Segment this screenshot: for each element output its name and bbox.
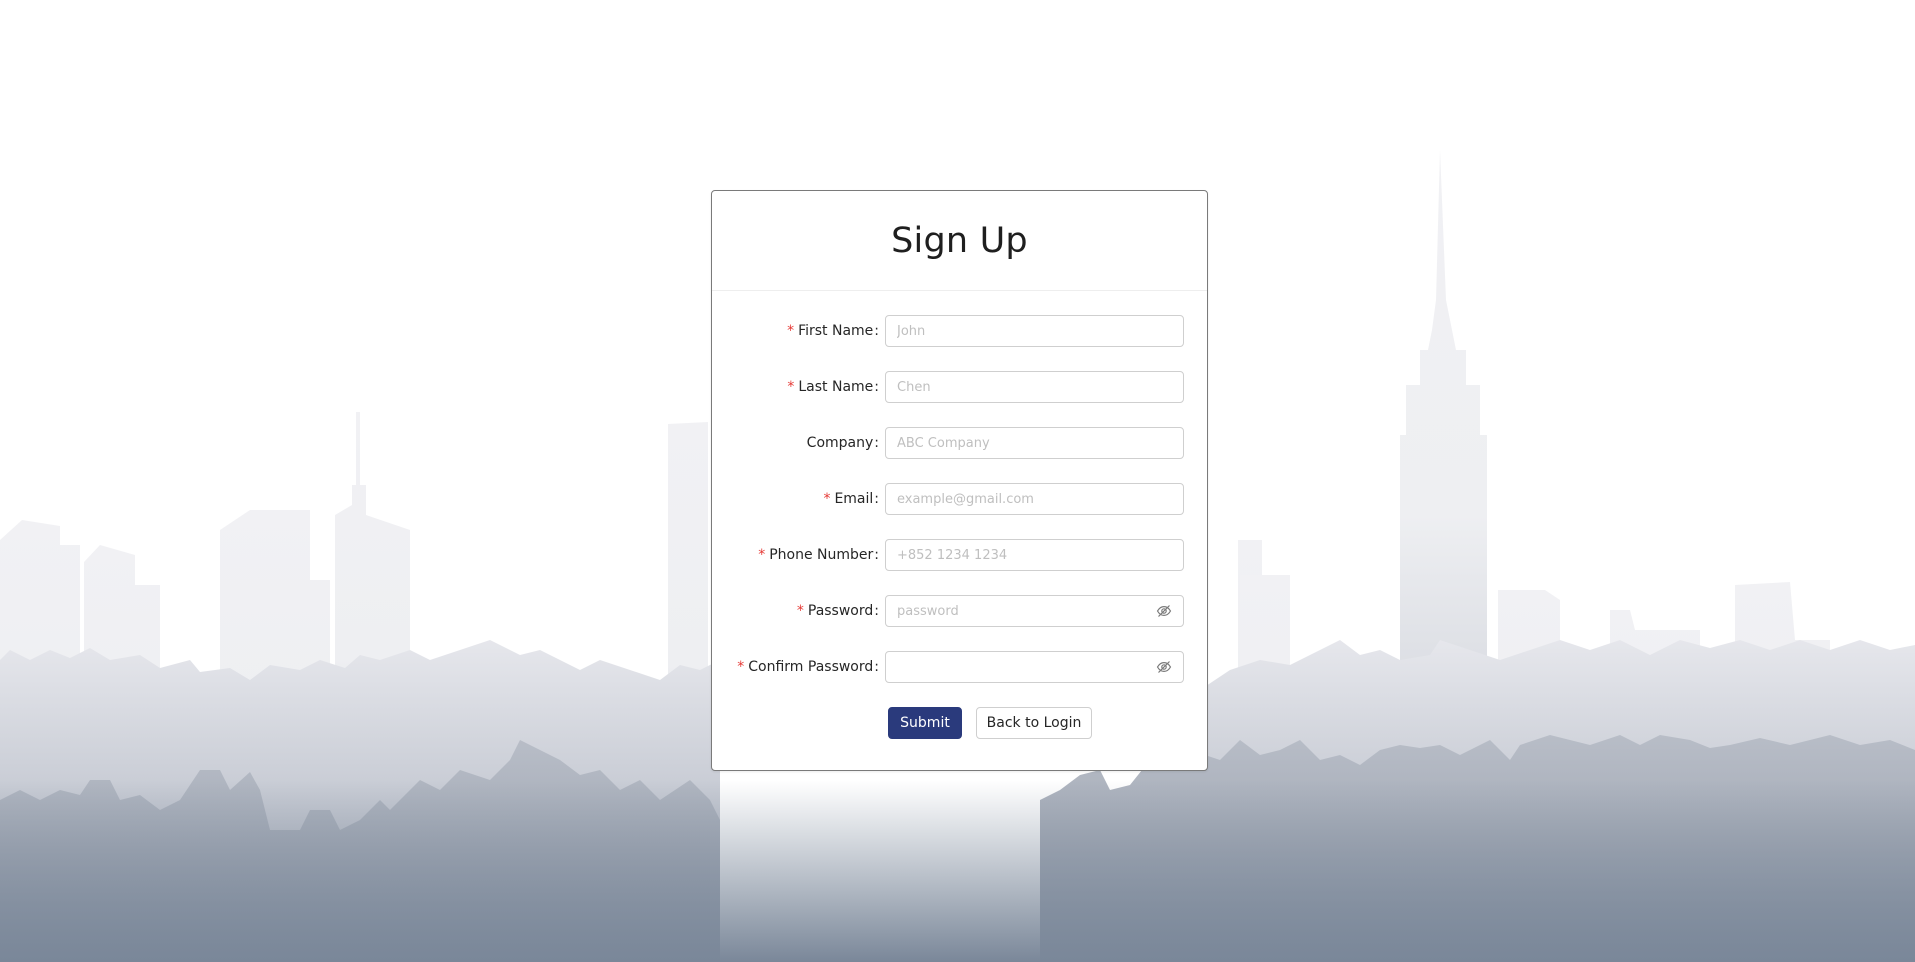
first-name-input[interactable]: [885, 315, 1184, 347]
form-row-company: Company:: [712, 427, 1209, 459]
form-row-last-name: * Last Name:: [712, 371, 1209, 403]
form-row-email: * Email:: [712, 483, 1209, 515]
eye-invisible-icon[interactable]: [1156, 659, 1172, 675]
company-label: Company:: [806, 435, 879, 451]
required-mark: *: [823, 491, 831, 507]
last-name-input[interactable]: [885, 371, 1184, 403]
page-title: Sign Up: [891, 220, 1028, 261]
company-input[interactable]: [885, 427, 1184, 459]
required-mark: *: [787, 323, 795, 339]
last-name-label: * Last Name:: [787, 379, 879, 395]
email-label: * Email:: [823, 491, 879, 507]
form-row-password: * Password:: [712, 595, 1209, 627]
phone-input[interactable]: [885, 539, 1184, 571]
submit-button[interactable]: Submit: [888, 707, 962, 739]
confirm-password-label: * Confirm Password:: [737, 659, 879, 675]
confirm-password-input[interactable]: [885, 651, 1184, 683]
card-header: Sign Up: [712, 191, 1207, 291]
back-to-login-button[interactable]: Back to Login: [976, 707, 1092, 739]
required-mark: *: [796, 603, 804, 619]
email-input[interactable]: [885, 483, 1184, 515]
form-row-confirm-password: * Confirm Password:: [712, 651, 1209, 683]
password-label: * Password:: [796, 603, 879, 619]
form-row-phone: * Phone Number:: [712, 539, 1209, 571]
form-row-first-name: * First Name:: [712, 315, 1209, 347]
required-mark: *: [737, 659, 745, 675]
first-name-label: * First Name:: [787, 323, 879, 339]
phone-label: * Phone Number:: [758, 547, 879, 563]
required-mark: *: [787, 379, 795, 395]
signup-card: Sign Up *First Name: *Last Name: Company…: [711, 190, 1208, 771]
form-actions: Submit Back to Login: [712, 707, 1209, 739]
eye-invisible-icon[interactable]: [1156, 603, 1172, 619]
required-mark: *: [758, 547, 766, 563]
password-input[interactable]: [885, 595, 1184, 627]
